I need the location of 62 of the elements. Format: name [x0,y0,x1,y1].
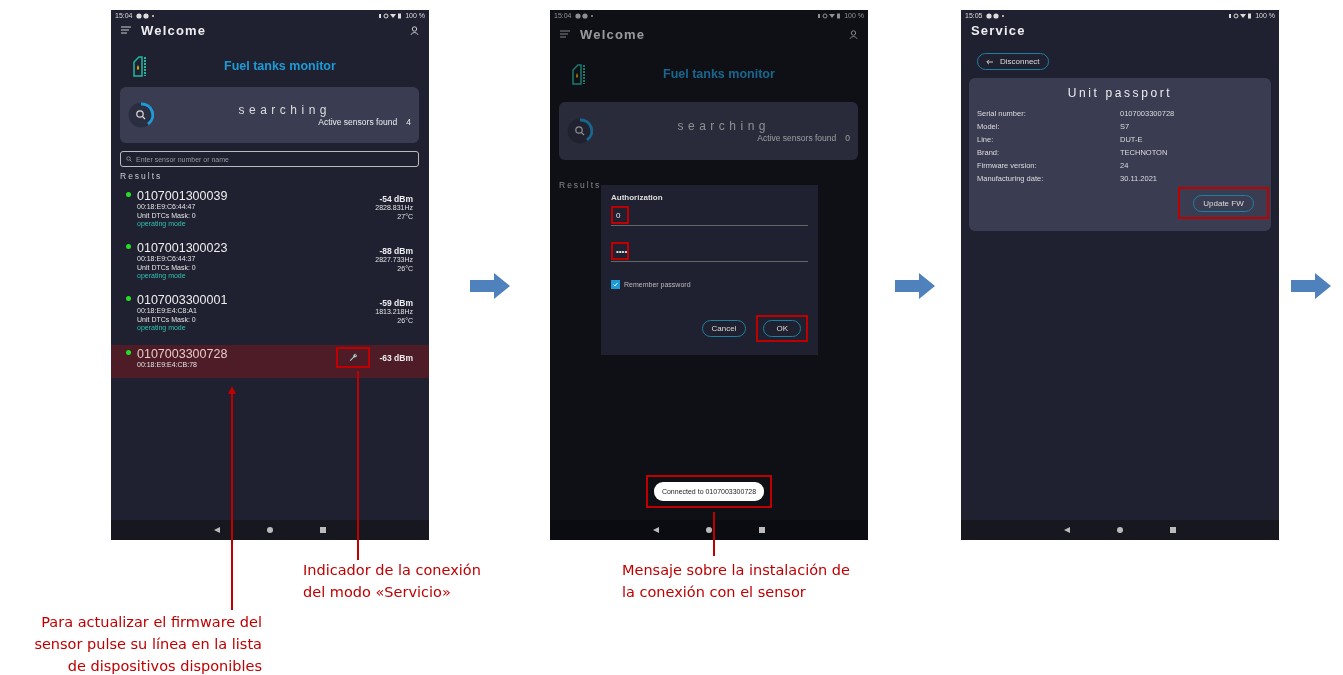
password-field[interactable]: •••• [611,240,808,262]
recents-icon [1169,526,1177,534]
sensor-id: 0107003300728 [137,347,228,361]
sensor-id: 0107001300039 [137,189,228,203]
screen-title: Welcome [580,26,646,42]
signal-strength: -59 dBm [379,298,413,308]
status-dot [126,192,131,197]
search-status: searching [677,119,770,133]
card-title: Unit passport [1067,86,1173,100]
back-icon [652,526,660,534]
menu-icon [121,26,131,34]
app-name: Fuel tanks monitor [663,67,775,81]
user-icon [410,25,419,35]
field-value: •••• [616,246,628,256]
search-status: searching [238,103,331,117]
callout-text: Mensaje sobre la instalación de la conexión con el sensor [622,561,851,602]
search-icon [126,156,132,162]
back-arrow-icon [986,58,993,65]
right-arrow-icon [894,273,935,299]
signal-strength: -63 dBm [379,352,413,363]
status-dot [126,244,131,249]
sensor-id: 0107003300001 [137,293,228,307]
screen-title: Service [971,22,1026,38]
home-icon [705,526,713,534]
recents-icon [319,526,327,534]
leader-line [713,512,715,556]
checkbox[interactable] [611,280,620,289]
dialog-title: Authorization [611,193,664,202]
search-progress-icon [128,102,154,128]
home-icon [1116,526,1124,534]
field-value: 0 [616,210,621,220]
status-icons [378,12,403,19]
fuel-can-icon [571,63,587,85]
status-dot [126,350,131,355]
found-label: Active sensors found [318,117,398,127]
results-label: Results [120,171,164,181]
status-icons [1228,12,1253,19]
login-field[interactable]: 0 [611,204,808,226]
callout-text: Indicador de la conexión del modo «Servicio» [303,561,482,602]
screen-title: Welcome [141,22,207,38]
right-arrow-icon [469,273,510,299]
sensor-id: 0107001300023 [137,241,228,255]
signal-strength: -54 dBm [379,194,413,204]
right-arrow-icon [1290,273,1331,299]
status-dot [126,296,131,301]
results-label: Results [559,180,603,190]
check-icon [613,282,618,287]
found-count: 4 [406,117,411,127]
found-label: Active sensors found [757,133,837,143]
user-icon [849,29,858,39]
found-count: 0 [845,133,850,143]
back-icon [1063,526,1071,534]
callout-text: Para actualizar el firmware del sensor pulse su línea en la lista de dispositivos disponibles [33,613,262,675]
recents-icon [758,526,766,534]
search-progress-icon [567,118,593,144]
home-icon [266,526,274,534]
menu-icon [560,30,570,38]
status-icons [817,12,842,19]
app-name: Fuel tanks monitor [224,59,336,73]
fuel-can-icon [132,55,148,77]
signal-strength: -88 dBm [379,246,413,256]
back-icon [213,526,221,534]
